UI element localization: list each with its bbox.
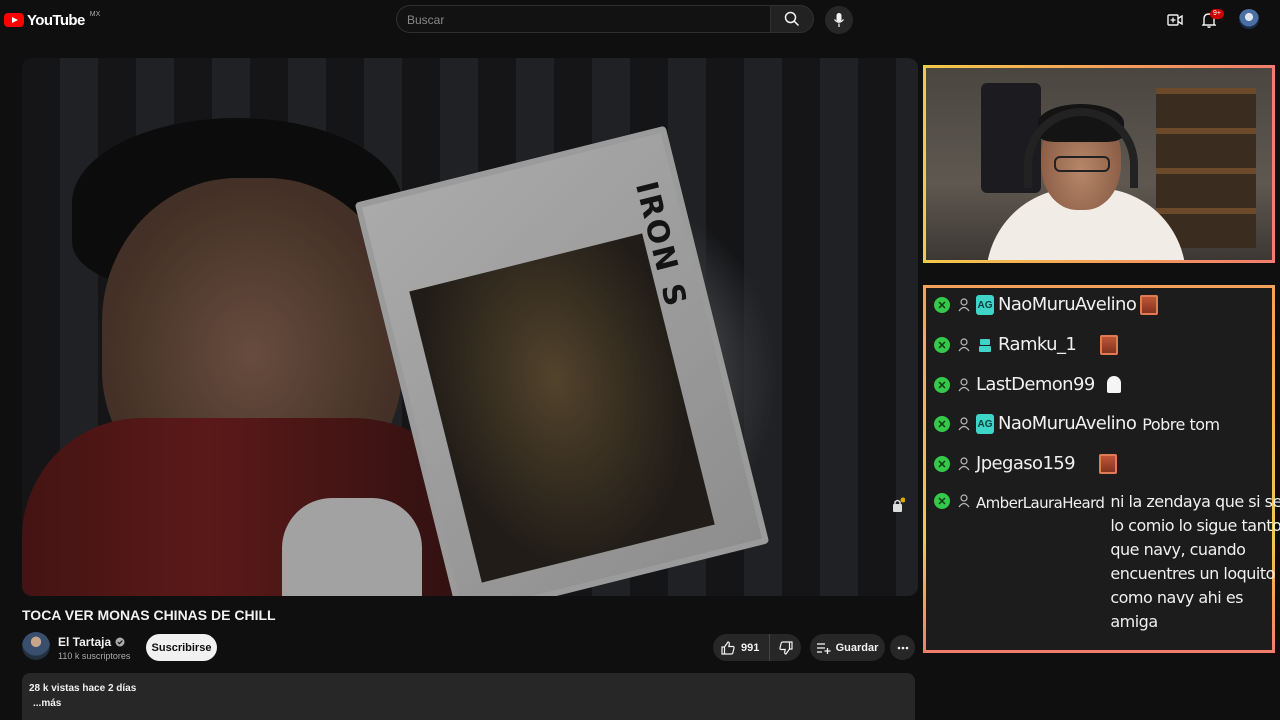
channel-name[interactable]: El Tartaja (58, 635, 111, 649)
view-count-date: 28 k vistas hace 2 días (29, 683, 137, 694)
moderator-x-icon: ✕ (934, 337, 950, 353)
video-shade (22, 58, 918, 596)
ghost-emote (1106, 376, 1121, 393)
chat-message: ✕ AG NaoMuruAvelino (934, 294, 1159, 316)
channel-name-row[interactable]: El Tartaja (58, 635, 125, 649)
chat-message: ✕ Jpegaso159 (934, 453, 1118, 475)
description-more-link[interactable]: ...más (33, 698, 61, 709)
user-icon (956, 337, 972, 353)
user-icon (956, 297, 972, 313)
save-label: Guardar (835, 641, 879, 654)
subscriber-count: 110 k suscriptores (58, 651, 131, 661)
moderator-x-icon: ✕ (934, 493, 950, 509)
user-icon (956, 456, 972, 472)
video-player[interactable]: IRON S (22, 58, 918, 596)
face-emote (1140, 295, 1159, 315)
dislike-button[interactable] (769, 634, 801, 661)
create-video-icon (1167, 14, 1183, 26)
microphone-icon (833, 13, 845, 27)
thumbs-down-icon (778, 640, 793, 655)
playlist-add-icon (816, 642, 831, 654)
moderator-x-icon: ✕ (934, 416, 950, 432)
like-count: 991 (741, 641, 760, 654)
logo-country-code: MX (89, 10, 101, 18)
chat-message: ✕ AmberLauraHeard ni la zendaya que si s… (934, 490, 1280, 634)
chat-message-text: Pobre tom (1142, 415, 1220, 434)
search-input[interactable]: Buscar (396, 5, 770, 33)
chat-username: LastDemon99 (976, 374, 1095, 395)
glasses (1054, 156, 1110, 172)
youtube-logo[interactable]: YouTube MX (4, 10, 101, 30)
description-box[interactable] (22, 673, 915, 720)
video-title: TOCA VER MONAS CHINAS DE CHILL (22, 607, 276, 623)
subscribe-button[interactable]: Suscribirse (146, 634, 217, 661)
account-avatar[interactable] (1239, 9, 1259, 29)
chat-username: NaoMuruAvelino (998, 413, 1137, 434)
like-button[interactable]: 991 (713, 634, 773, 661)
user-icon (956, 416, 972, 432)
lock-icon (890, 497, 906, 513)
more-actions-button[interactable] (890, 635, 915, 660)
moderator-x-icon: ✕ (934, 456, 950, 472)
chat-username: NaoMuruAvelino (998, 294, 1137, 315)
chat-badge: AG (976, 414, 994, 434)
robot-badge-icon (976, 335, 994, 355)
chat-username: AmberLauraHeard (976, 494, 1105, 512)
thumbs-up-icon (721, 640, 735, 655)
user-icon (956, 377, 972, 393)
face-emote (1100, 335, 1119, 355)
chat-username: Jpegaso159 (976, 453, 1076, 474)
chat-message: ✕ Ramku_1 (934, 334, 1119, 356)
voice-search-button[interactable] (825, 6, 853, 34)
user-icon (956, 493, 972, 509)
chat-overlay: ✕ AG NaoMuruAvelino ✕ Ramku_1 ✕ LastDemo… (923, 285, 1280, 653)
channel-avatar[interactable] (22, 632, 50, 660)
verified-icon (115, 637, 125, 647)
more-horizontal-icon (897, 646, 908, 649)
youtube-play-icon (4, 13, 24, 27)
chat-badge: AG (976, 295, 994, 315)
moderator-x-icon: ✕ (934, 297, 950, 313)
chat-username: Ramku_1 (998, 334, 1077, 355)
webcam-shelf (1156, 88, 1256, 248)
webcam-overlay (923, 65, 1275, 263)
chat-message: ✕ LastDemon99 (934, 374, 1121, 396)
create-button[interactable] (1163, 8, 1187, 32)
search-icon (784, 11, 800, 27)
chat-message: ✕ AG NaoMuruAvelino Pobre tom (934, 413, 1220, 437)
logo-text: YouTube (27, 11, 85, 29)
notification-count-badge: 9+ (1210, 9, 1224, 19)
save-button[interactable]: Guardar (810, 634, 885, 661)
chat-message-text: ni la zendaya que si se lo comio lo sigu… (1110, 492, 1280, 631)
face-emote (1099, 454, 1118, 474)
moderator-x-icon: ✕ (934, 377, 950, 393)
search-button[interactable] (770, 5, 814, 33)
